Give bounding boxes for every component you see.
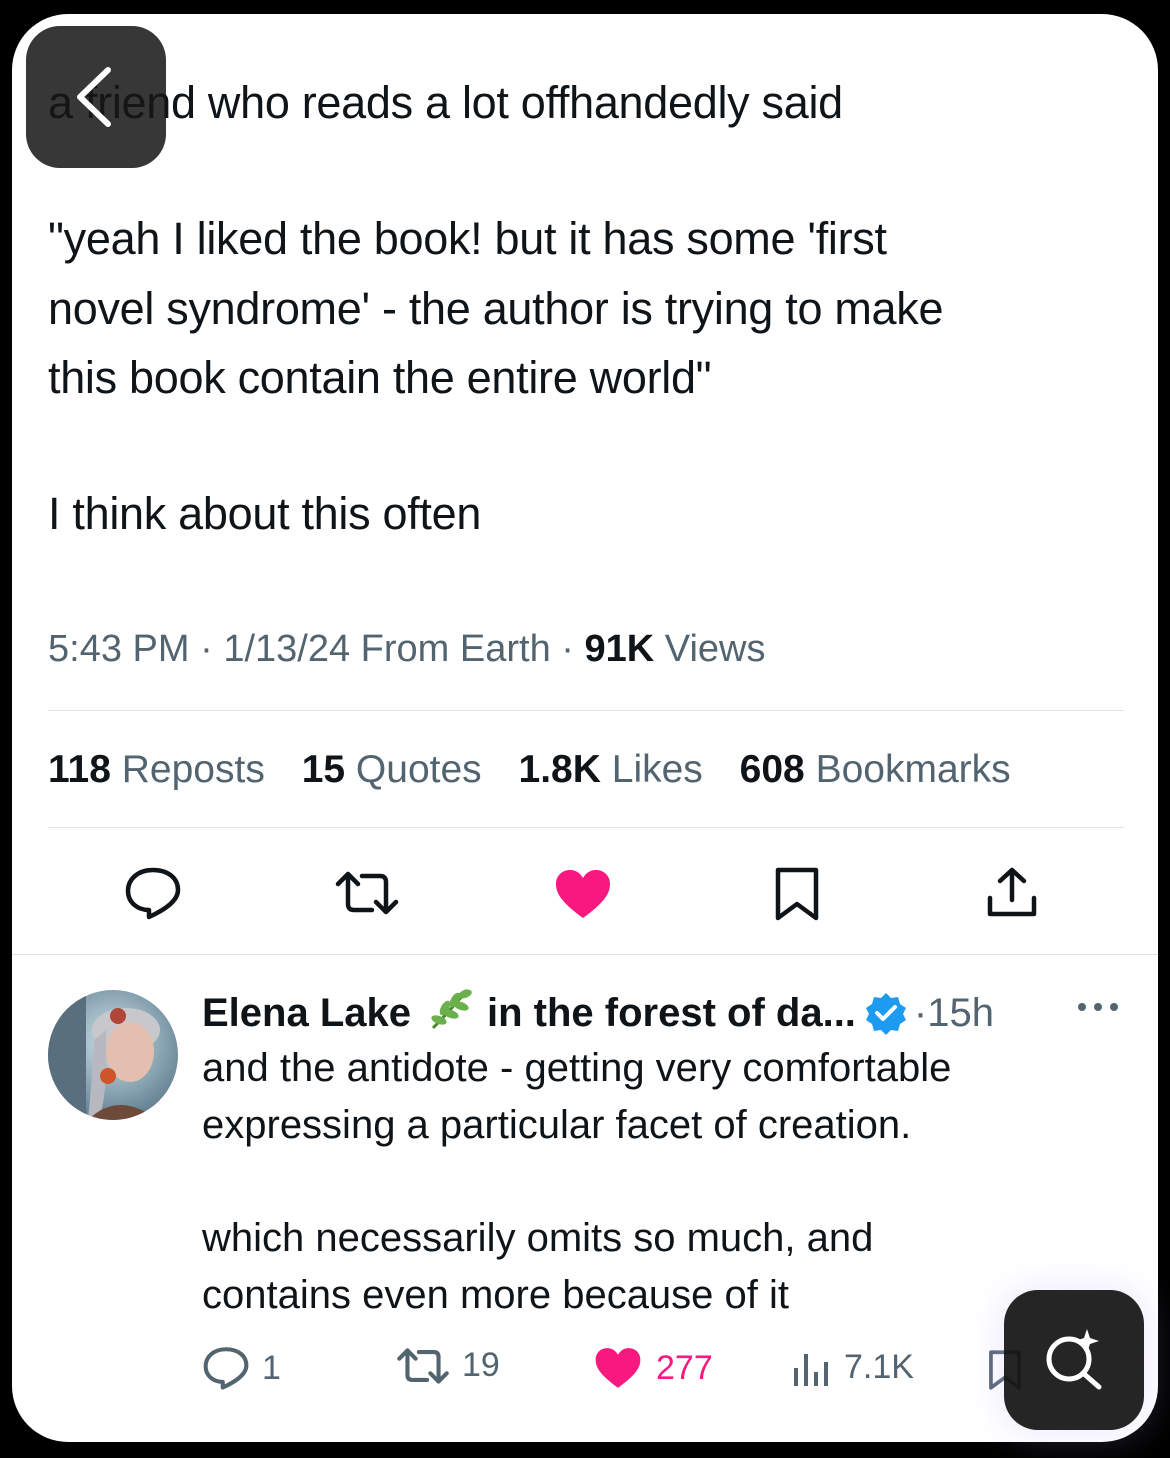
- tweet-text-line: I think about this often: [48, 488, 482, 539]
- like-icon[interactable]: [554, 868, 612, 920]
- reply-views-button[interactable]: 7.1K: [792, 1346, 914, 1388]
- reply-author-name[interactable]: Elena Lake: [202, 991, 411, 1036]
- reply-header: Elena Lake in the forest of da... · 15h: [202, 986, 994, 1040]
- avatar[interactable]: [48, 990, 178, 1120]
- tweet-time: 5:43 PM: [48, 628, 190, 670]
- reply-repost-button[interactable]: 19: [396, 1346, 500, 1385]
- tweet-text-line: "yeah I liked the book! but it has some …: [48, 213, 887, 264]
- reply-icon[interactable]: [124, 866, 182, 920]
- analytics-icon: [794, 1354, 828, 1386]
- tweet-text-line: this book contain the entire world": [48, 352, 712, 403]
- divider: [48, 827, 1124, 828]
- quotes-stat[interactable]: 15 Quotes: [302, 748, 482, 791]
- engagement-stats: 118 Reposts 15 Quotes 1.8K Likes 608 Boo…: [48, 748, 1037, 792]
- reply-reply-button[interactable]: 1: [202, 1346, 281, 1390]
- views-label[interactable]: Views: [665, 628, 766, 670]
- bookmark-icon[interactable]: [774, 866, 820, 922]
- like-count: 277: [656, 1348, 713, 1387]
- reply-text-line: contains even more because of it: [202, 1273, 790, 1317]
- chevron-left-icon: [77, 67, 111, 127]
- tweet-date: 1/13/24: [223, 628, 351, 670]
- divider: [48, 710, 1124, 711]
- verified-badge-icon: [865, 993, 906, 1035]
- section-divider: [12, 954, 1158, 955]
- tweet-text-line: novel syndrome' - the author is trying t…: [48, 283, 944, 334]
- tweet-meta: 5:43 PM · 1/13/24 From Earth · 91K Views: [48, 628, 765, 671]
- reply-separator: ·: [913, 990, 928, 1035]
- back-button[interactable]: [26, 26, 166, 168]
- reply-icon: [203, 1347, 249, 1390]
- tweet-location: From Earth: [360, 628, 551, 670]
- reply-time[interactable]: 15h: [927, 991, 994, 1036]
- likes-stat[interactable]: 1.8K Likes: [519, 748, 703, 791]
- meta-separator: ·: [200, 628, 224, 670]
- reply-like-button[interactable]: 277: [594, 1346, 713, 1390]
- tweet-text-line: a friend who reads a lot offhandedly sai…: [48, 77, 843, 128]
- reply-count: 1: [262, 1348, 281, 1387]
- bookmarks-stat[interactable]: 608 Bookmarks: [740, 748, 1011, 791]
- reply-text-line: expressing a particular facet of creatio…: [202, 1103, 912, 1147]
- views-count: 7.1K: [844, 1347, 914, 1386]
- reply-text-line: which necessarily omits so much, and: [202, 1216, 874, 1260]
- grok-search-icon: [1046, 1329, 1102, 1390]
- share-icon[interactable]: [986, 866, 1038, 920]
- like-icon: [595, 1348, 641, 1388]
- repost-count: 19: [462, 1346, 500, 1384]
- reply-display-suffix[interactable]: in the forest of da...: [487, 991, 856, 1036]
- leaf-emoji-icon: [427, 986, 475, 1040]
- grok-button[interactable]: [1004, 1290, 1144, 1430]
- more-options-icon[interactable]: [1076, 1000, 1120, 1014]
- reposts-stat[interactable]: 118 Reposts: [48, 748, 265, 791]
- repost-icon: [397, 1347, 449, 1384]
- meta-separator: ·: [561, 628, 585, 670]
- repost-icon[interactable]: [334, 870, 400, 916]
- views-count: 91K: [584, 628, 655, 670]
- reply-text-line: and the antidote - getting very comforta…: [202, 1046, 952, 1090]
